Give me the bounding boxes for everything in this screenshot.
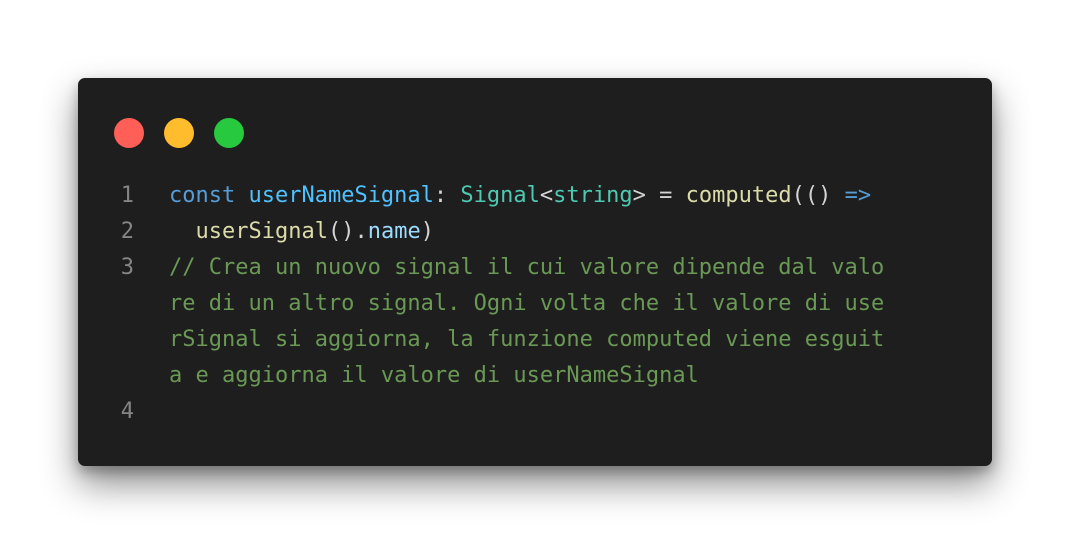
indent-token bbox=[169, 219, 196, 244]
keyword-token: const bbox=[169, 183, 236, 208]
code-block: 1 const userNameSignal: Signal<string> =… bbox=[78, 178, 885, 430]
property-token: name bbox=[367, 219, 421, 244]
arrow-token: => bbox=[844, 183, 872, 208]
line-number: 2 bbox=[120, 219, 134, 244]
punctuation-token: (() bbox=[791, 183, 845, 208]
code-line-1: 1 const userNameSignal: Signal<string> =… bbox=[78, 178, 884, 214]
line-number: 3 bbox=[120, 255, 134, 280]
code-line-3-wrap: rSignal si aggiorna, la funzione compute… bbox=[78, 322, 884, 358]
code-line-3: 3 // Crea un nuovo signal il cui valore … bbox=[78, 250, 885, 286]
line-content bbox=[134, 394, 169, 430]
line-content: userSignal().name) bbox=[134, 214, 434, 250]
line-number: 4 bbox=[120, 399, 134, 424]
comment-text: rSignal si aggiorna, la funzione compute… bbox=[169, 327, 885, 352]
punctuation-token: < bbox=[539, 183, 554, 208]
comment-text: re di un altro signal. Ogni volta che il… bbox=[169, 291, 885, 316]
punctuation-token: > = bbox=[632, 183, 686, 208]
line-content: const userNameSignal: Signal<string> = c… bbox=[134, 178, 871, 214]
code-line-3-wrap: a e aggiorna il valore di userNameSignal bbox=[78, 358, 884, 394]
punctuation-token: (). bbox=[327, 219, 368, 244]
variable-token: userNameSignal bbox=[248, 183, 434, 208]
window-controls bbox=[114, 118, 244, 148]
maximize-dot-icon[interactable] bbox=[214, 118, 244, 148]
comment-text: a e aggiorna il valore di userNameSignal bbox=[169, 363, 699, 388]
punctuation-token: : bbox=[433, 183, 461, 208]
function-token: userSignal bbox=[195, 219, 328, 244]
code-window: 1 const userNameSignal: Signal<string> =… bbox=[78, 78, 992, 466]
comment-text: // Crea un nuovo signal il cui valore di… bbox=[169, 255, 885, 280]
code-line-4: 4 bbox=[78, 394, 884, 430]
type-token: Signal bbox=[460, 183, 540, 208]
minimize-dot-icon[interactable] bbox=[164, 118, 194, 148]
code-line-2: 2 userSignal().name) bbox=[78, 214, 884, 250]
close-dot-icon[interactable] bbox=[114, 118, 144, 148]
line-number: 1 bbox=[120, 183, 134, 208]
type-token: string bbox=[553, 183, 633, 208]
function-token: computed bbox=[685, 183, 792, 208]
punctuation-token: ) bbox=[420, 219, 434, 244]
code-line-3-wrap: re di un altro signal. Ogni volta che il… bbox=[78, 286, 884, 322]
